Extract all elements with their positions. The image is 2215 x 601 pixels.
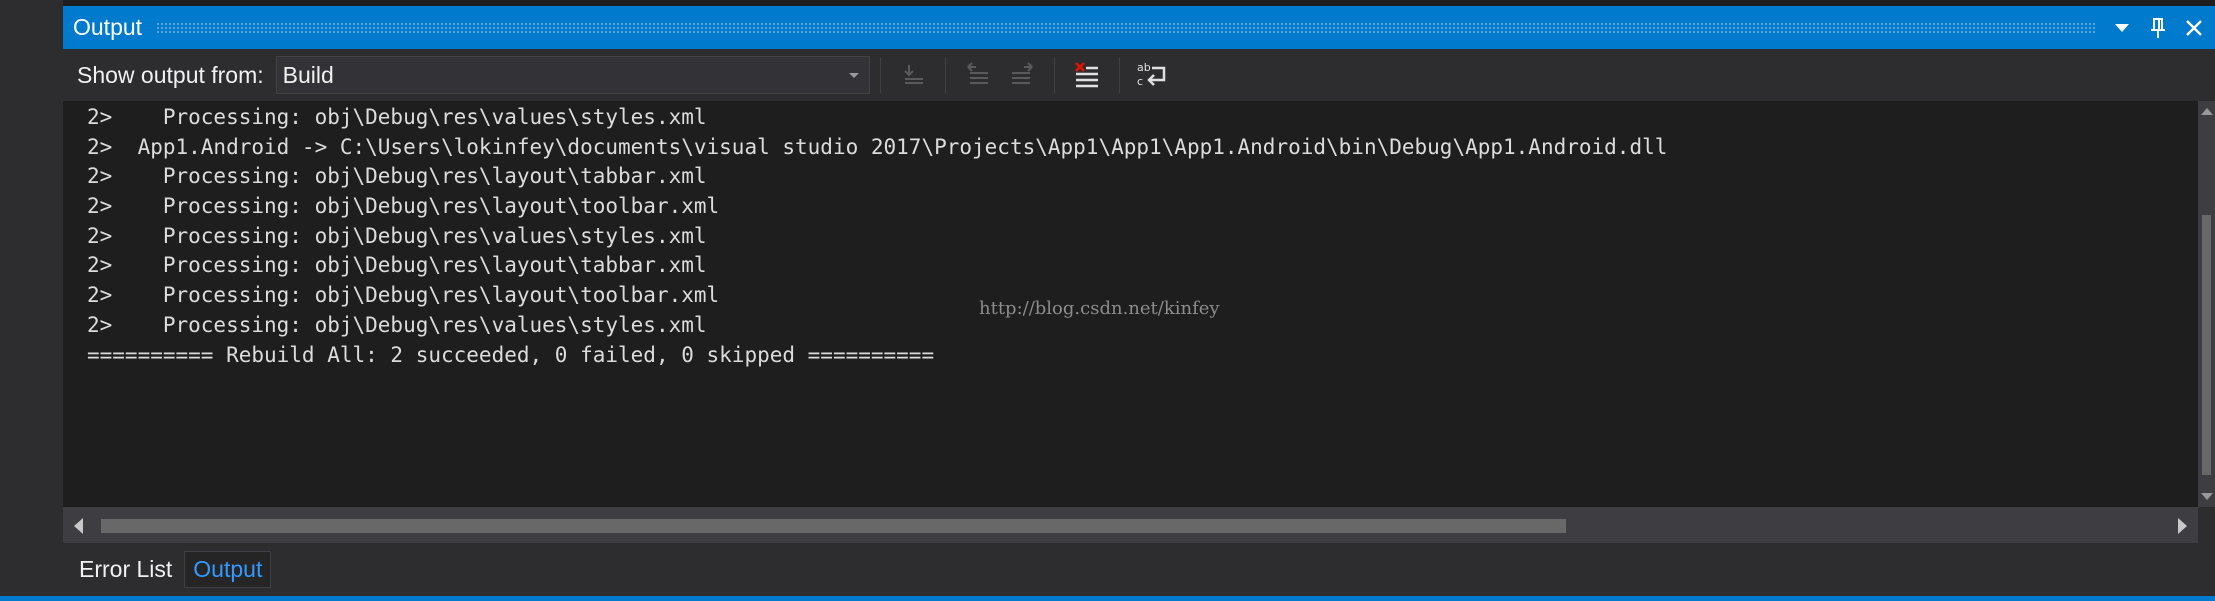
output-line: 2> Processing: obj\Debug\res\values\styl… — [87, 105, 707, 129]
tool-window-tabs: Error List Output — [63, 543, 2215, 596]
scroll-down-icon[interactable] — [2201, 493, 2213, 500]
scroll-right-icon[interactable] — [2178, 518, 2187, 534]
horizontal-scrollbar[interactable] — [63, 507, 2198, 543]
tab-error-list[interactable]: Error List — [71, 552, 180, 587]
show-output-from-label: Show output from: — [77, 61, 264, 88]
clear-all-icon[interactable] — [1069, 57, 1105, 93]
toolbar-separator — [1118, 57, 1120, 93]
svg-text:c: c — [1137, 75, 1143, 88]
left-gutter — [0, 0, 63, 596]
tab-output[interactable]: Output — [184, 551, 272, 588]
title-grip[interactable] — [156, 21, 2097, 34]
toolbar-separator — [879, 57, 881, 93]
output-line: 2> Processing: obj\Debug\res\layout\tool… — [87, 283, 720, 308]
output-source-select[interactable]: Build — [275, 56, 870, 94]
output-line: 2> Processing: obj\Debug\res\layout\tabb… — [87, 253, 707, 278]
toolbar-separator — [1053, 57, 1055, 93]
output-summary-line: ========== Rebuild All: 2 succeeded, 0 f… — [87, 342, 935, 367]
output-toolbar: Show output from: Build ab c — [63, 49, 2215, 101]
output-lines: 2> Processing: obj\Debug\res\values\styl… — [87, 103, 1667, 370]
go-to-line-icon[interactable] — [895, 57, 931, 93]
scroll-left-icon[interactable] — [74, 518, 83, 534]
previous-message-icon[interactable] — [960, 57, 996, 93]
horizontal-scroll-thumb[interactable] — [101, 519, 1566, 533]
word-wrap-icon[interactable]: ab c — [1134, 57, 1170, 93]
scroll-up-icon[interactable] — [2201, 108, 2213, 115]
vertical-scroll-thumb[interactable] — [2202, 215, 2211, 475]
output-line: 2> Processing: obj\Debug\res\layout\tool… — [87, 194, 720, 219]
output-source-value: Build — [282, 61, 334, 88]
output-title-bar[interactable]: Output — [63, 6, 2215, 49]
output-line: 2> App1.Android -> C:\Users\lokinfey\doc… — [87, 134, 1668, 159]
close-icon[interactable] — [2183, 15, 2205, 41]
scrollbar-corner — [2198, 507, 2215, 543]
status-bar-strip — [0, 596, 2215, 601]
chevron-down-icon — [848, 73, 859, 78]
toolbar-separator — [944, 57, 946, 93]
next-message-icon[interactable] — [1004, 57, 1040, 93]
output-line: 2> Processing: obj\Debug\res\values\styl… — [87, 312, 707, 337]
output-text-area[interactable]: 2> Processing: obj\Debug\res\values\styl… — [63, 101, 2198, 507]
pin-icon[interactable] — [2147, 15, 2169, 41]
vertical-scrollbar[interactable] — [2198, 101, 2215, 507]
dropdown-icon[interactable] — [2111, 15, 2133, 41]
svg-text:ab: ab — [1137, 61, 1151, 74]
watermark: http://blog.csdn.net/kinfey — [979, 298, 1220, 319]
output-line: 2> Processing: obj\Debug\res\layout\tabb… — [87, 164, 707, 189]
window-title: Output — [73, 14, 143, 40]
output-line: 2> Processing: obj\Debug\res\values\styl… — [87, 223, 707, 248]
